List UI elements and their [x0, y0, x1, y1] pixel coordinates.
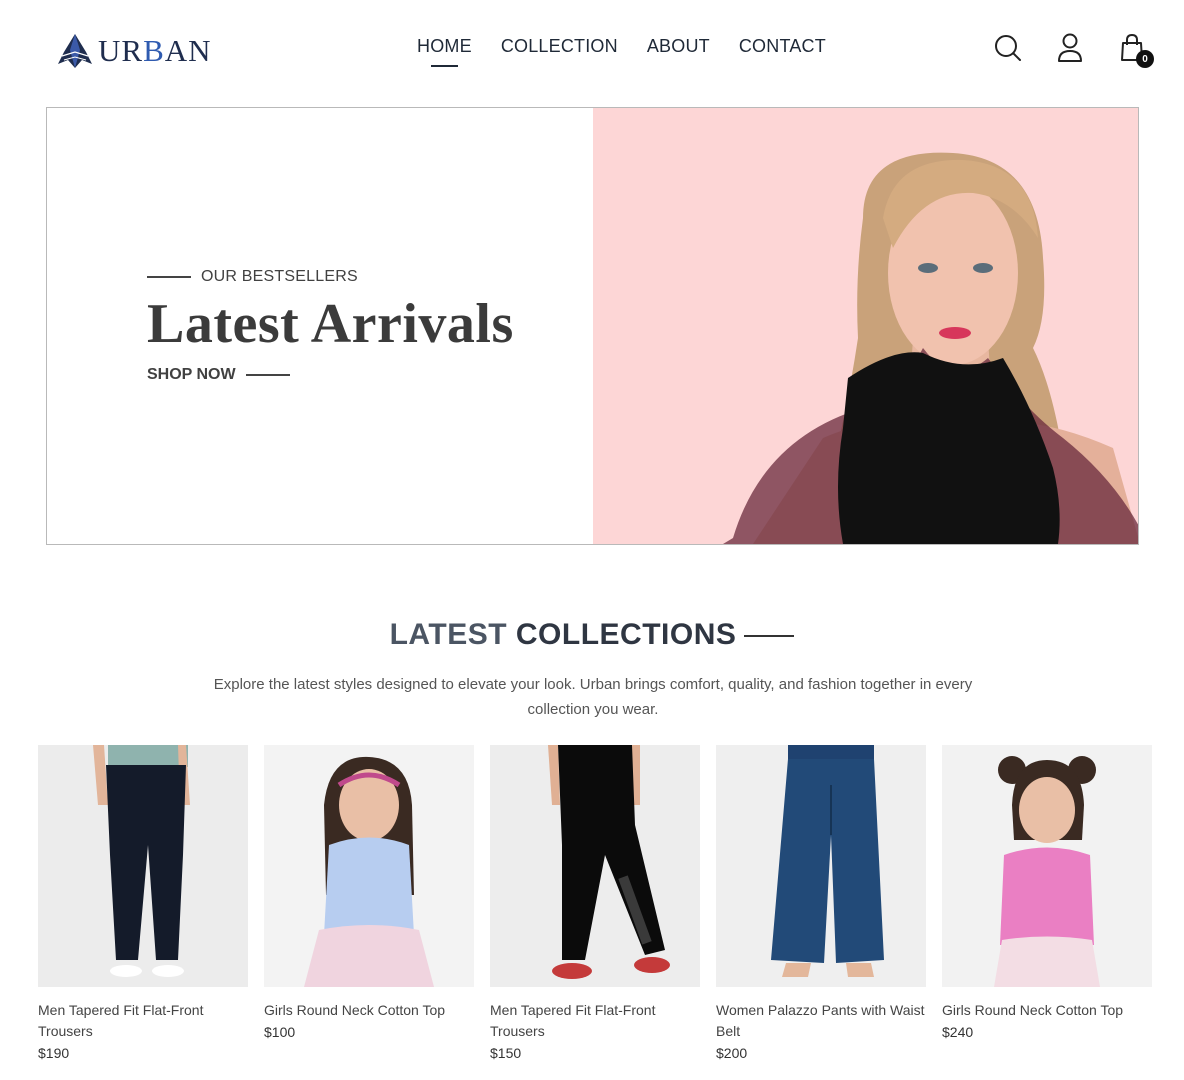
hero-banner: OUR BESTSELLERS Latest Arrivals SHOP NOW — [46, 107, 1139, 545]
product-grid: Men Tapered Fit Flat-Front Trousers $190… — [38, 745, 1154, 1080]
account-button[interactable] — [1054, 32, 1086, 64]
hero-text-panel: OUR BESTSELLERS Latest Arrivals SHOP NOW — [47, 108, 593, 544]
nav-link-home[interactable]: HOME — [417, 36, 472, 67]
product-price: $100 — [264, 1024, 296, 1040]
product-name: Girls Round Neck Cotton Top — [942, 1002, 1124, 1018]
header-actions: 0 — [992, 32, 1154, 68]
user-icon — [1058, 33, 1082, 62]
search-button[interactable] — [992, 32, 1024, 64]
main-nav: HOME COLLECTION ABOUT CONTACT — [417, 36, 826, 67]
shop-now-label: SHOP NOW — [147, 366, 236, 383]
product-card[interactable]: Women Palazzo Pants with Waist Belt $200 — [716, 745, 926, 1061]
divider-line — [744, 635, 795, 638]
divider-line — [147, 276, 191, 278]
brand-logo[interactable]: URBAN — [54, 30, 212, 72]
product-price: $200 — [716, 1045, 748, 1061]
cart-button[interactable]: 0 — [1116, 32, 1154, 68]
girl-blue-top-image — [304, 756, 434, 987]
product-card[interactable]: Girls Round Neck Cotton Top $240 — [942, 745, 1152, 1040]
product-price: $240 — [942, 1024, 974, 1040]
hero-title: Latest Arrivals — [147, 293, 514, 355]
black-joggers-image — [548, 745, 670, 979]
product-image — [942, 745, 1152, 987]
product-name: Men Tapered Fit Flat-Front Trousers — [490, 1002, 656, 1039]
nav-link-contact[interactable]: CONTACT — [739, 36, 826, 57]
product-image — [264, 745, 474, 987]
palazzo-pants-image — [771, 745, 884, 977]
hero-eyebrow-label: OUR BESTSELLERS — [201, 268, 358, 285]
hero-model-image — [593, 108, 1138, 544]
divider-line — [245, 374, 290, 376]
nav-link-about[interactable]: ABOUT — [647, 36, 710, 57]
brand-name: URBAN — [98, 33, 212, 68]
collections-description: Explore the latest styles designed to el… — [213, 676, 973, 718]
shop-now-link[interactable]: SHOP NOW — [147, 366, 290, 384]
product-image — [490, 745, 700, 987]
cart-count-badge: 0 — [1136, 50, 1154, 68]
product-image — [38, 745, 248, 987]
product-card[interactable]: Men Tapered Fit Flat-Front Trousers $190 — [38, 745, 248, 1061]
trousers-image — [93, 745, 190, 977]
search-icon — [995, 35, 1021, 61]
product-name: Girls Round Neck Cotton Top — [264, 1002, 446, 1018]
product-name: Women Palazzo Pants with Waist Belt — [716, 1002, 925, 1039]
logo-mark-icon — [58, 34, 92, 68]
product-price: $150 — [490, 1045, 522, 1061]
collections-heading: LATEST COLLECTIONS — [0, 618, 1184, 652]
product-card[interactable]: Men Tapered Fit Flat-Front Trousers $150 — [490, 745, 700, 1061]
girl-pink-top-image — [994, 756, 1100, 987]
hero-eyebrow: OUR BESTSELLERS — [147, 268, 358, 286]
product-image — [716, 745, 926, 987]
nav-link-collection[interactable]: COLLECTION — [501, 36, 618, 57]
model-portrait-image — [723, 152, 1138, 544]
product-price: $190 — [38, 1045, 70, 1061]
product-name: Men Tapered Fit Flat-Front Trousers — [38, 1002, 204, 1039]
navbar: URBAN HOME COLLECTION ABOUT CONTACT 0 — [0, 0, 1184, 100]
product-card[interactable]: Girls Round Neck Cotton Top $100 — [264, 745, 474, 1040]
